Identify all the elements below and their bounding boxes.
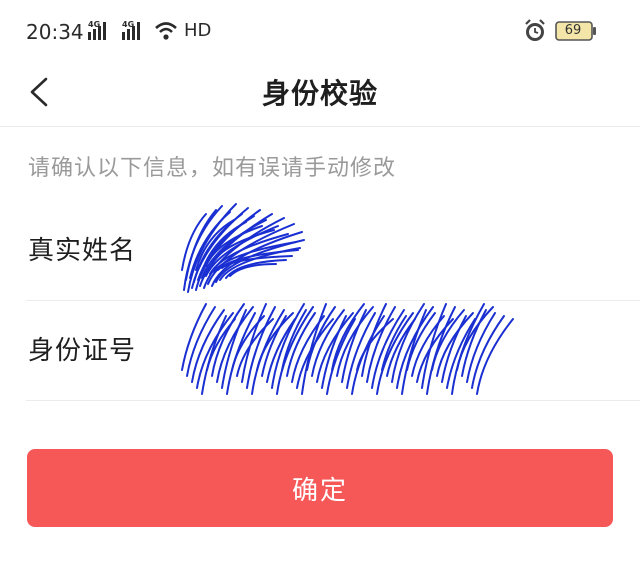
redacted-name-scribble[interactable] <box>176 200 376 300</box>
name-row: 真实姓名 <box>26 200 640 301</box>
page-title: 身份校验 <box>261 77 378 110</box>
confirm-button[interactable]: 确定 <box>27 449 613 527</box>
hd-icon: HD <box>184 20 212 41</box>
battery-level: 69 <box>564 23 582 38</box>
id-label: 身份证号 <box>28 336 137 366</box>
redacted-id-scribble[interactable] <box>176 300 516 400</box>
status-bar: 20:34 4G 4G HD 69 <box>0 0 640 60</box>
status-icons-right: 69 <box>524 18 614 44</box>
status-time: 20:34 <box>26 20 84 44</box>
id-row: 身份证号 <box>26 300 640 401</box>
4g-signal-icon: 4G <box>122 20 140 40</box>
hint-text: 请确认以下信息，如有误请手动修改 <box>28 156 397 181</box>
4g-signal-icon: 4G <box>88 20 106 40</box>
status-icons-left: 4G 4G HD <box>88 18 228 44</box>
confirm-button-label: 确定 <box>291 475 348 506</box>
wifi-icon <box>155 22 177 40</box>
alarm-icon <box>525 19 545 41</box>
nav-bar: 身份校验 <box>0 58 640 127</box>
name-label: 真实姓名 <box>28 236 137 266</box>
